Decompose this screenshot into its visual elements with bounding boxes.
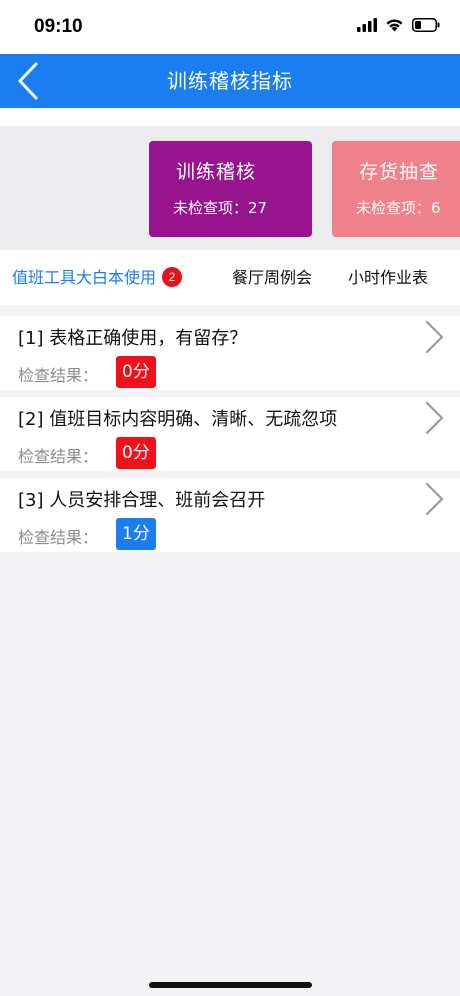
result-label: 检查结果：: [18, 447, 99, 466]
card-inventory-check[interactable]: 存货抽查 未检查项：6: [332, 141, 460, 237]
score-badge: 0分: [116, 356, 156, 388]
summary-cards: 训练稽核 未检查项：27 存货抽查 未检查项：6: [0, 126, 460, 250]
card-title: 训练稽核: [176, 161, 257, 183]
list-item[interactable]: [3] 人员安排合理、班前会召开 检查结果： 1分: [0, 478, 460, 552]
nav-bar: 训练稽核指标: [0, 54, 460, 108]
page-title: 训练稽核指标: [167, 69, 293, 93]
signal-icon: [357, 18, 377, 32]
battery-icon: [412, 18, 440, 32]
chevron-right-icon[interactable]: [418, 320, 446, 354]
list-item[interactable]: [1] 表格正确使用，有留存？ 检查结果： 0分: [0, 316, 460, 390]
check-list: [1] 表格正确使用，有留存？ 检查结果： 0分 [2] 值班目标内容明确、清晰…: [0, 316, 460, 559]
chevron-right-icon[interactable]: [418, 482, 446, 516]
card-subtitle: 未检查项：27: [173, 199, 268, 217]
item-title: [2] 值班目标内容明确、清晰、无疏忽项: [18, 409, 338, 430]
list-item[interactable]: [2] 值班目标内容明确、清晰、无疏忽项 检查结果： 0分: [0, 397, 460, 471]
score-badge: 1分: [116, 518, 156, 550]
card-title: 存货抽查: [359, 161, 440, 183]
item-title: [3] 人员安排合理、班前会召开: [18, 490, 266, 511]
card-subtitle: 未检查项：6: [356, 199, 441, 217]
tab-duty-tools[interactable]: 值班工具大白本使用 2: [12, 250, 183, 305]
home-indicator: [149, 982, 312, 988]
tab-label: 餐厅周例会: [232, 268, 313, 287]
tab-label: 小时作业表: [348, 268, 429, 287]
score-badge: 0分: [116, 437, 156, 469]
chevron-right-icon[interactable]: [418, 401, 446, 435]
status-icons: [357, 18, 440, 32]
tab-bar: 值班工具大白本使用 2 餐厅周例会 小时作业表: [0, 250, 460, 305]
card-training-audit[interactable]: 训练稽核 未检查项：27: [149, 141, 312, 237]
result-label: 检查结果：: [18, 528, 99, 547]
tab-badge: 2: [162, 267, 183, 287]
tab-hourly-worksheet[interactable]: 小时作业表: [348, 250, 428, 305]
result-label: 检查结果：: [18, 366, 99, 385]
spacer: [0, 108, 460, 126]
item-title: [1] 表格正确使用，有留存？: [18, 328, 248, 349]
wifi-icon: [386, 19, 403, 32]
status-time: 09:10: [34, 16, 83, 37]
tab-label: 值班工具大白本使用: [12, 268, 157, 287]
status-bar: 09:10: [0, 0, 460, 54]
tab-weekly-meeting[interactable]: 餐厅周例会: [232, 250, 312, 305]
